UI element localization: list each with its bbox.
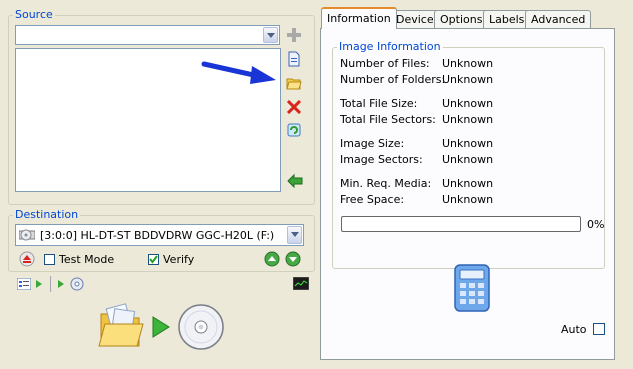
info-label-total-file-sectors: Total File Sectors:: [340, 113, 436, 126]
tab-labels[interactable]: Labels: [483, 10, 531, 28]
auto-checkbox[interactable]: [593, 323, 605, 335]
remove-icon[interactable]: [286, 99, 302, 115]
destination-drive-value: [3:0:0] HL-DT-ST BDDVDRW GGC-H20L (F:): [40, 229, 275, 242]
back-icon[interactable]: [287, 172, 303, 189]
destination-combo-dropdown-button[interactable]: [287, 226, 302, 244]
image-information-title: Image Information: [337, 40, 443, 53]
tab-information[interactable]: Information: [321, 7, 397, 29]
calculator-icon[interactable]: [453, 263, 491, 313]
pointer-arrow: [200, 58, 280, 86]
info-value-total-file-sectors: Unknown: [442, 113, 494, 126]
speed-up-icon[interactable]: [264, 251, 280, 267]
add-folder-icon[interactable]: [286, 75, 302, 91]
destination-drive-combo[interactable]: [3:0:0] HL-DT-ST BDDVDRW GGC-H20L (F:): [15, 224, 304, 246]
info-value-free-space: Unknown: [442, 193, 494, 206]
source-file-combo[interactable]: [15, 25, 280, 45]
arrow-right-icon: [151, 315, 171, 339]
info-value-total-file-size: Unknown: [442, 97, 494, 110]
info-label-image-size: Image Size:: [340, 137, 405, 150]
verify-label: Verify: [163, 253, 195, 266]
eject-icon[interactable]: [19, 251, 35, 267]
play-icon[interactable]: [57, 279, 65, 289]
speed-down-icon[interactable]: [285, 251, 301, 267]
build-folder-icon[interactable]: [97, 302, 145, 350]
source-title: Source: [13, 8, 55, 21]
drive-icon: [18, 228, 36, 242]
information-panel: Image Information Number of Files: Unkno…: [320, 28, 615, 360]
test-mode-label: Test Mode: [59, 253, 115, 266]
info-value-folders: Unknown: [442, 73, 494, 86]
info-value-min-req-media: Unknown: [442, 177, 494, 190]
tab-advanced[interactable]: Advanced: [525, 10, 592, 28]
tab-device[interactable]: Device: [390, 10, 440, 28]
tab-options[interactable]: Options: [434, 10, 489, 28]
verify-checkbox[interactable]: [148, 254, 159, 265]
toolbar-separator: [50, 276, 51, 292]
info-label-total-file-size: Total File Size:: [340, 97, 418, 110]
destination-title: Destination: [13, 208, 81, 221]
disc-info-icon[interactable]: [70, 277, 84, 291]
info-value-image-size: Unknown: [442, 137, 494, 150]
info-label-free-space: Free Space:: [340, 193, 405, 206]
auto-label: Auto: [561, 323, 587, 336]
info-value-image-sectors: Unknown: [442, 153, 494, 166]
add-file-icon[interactable]: [286, 51, 302, 67]
test-mode-checkbox[interactable]: [44, 254, 55, 265]
info-label-files: Number of Files:: [340, 57, 430, 70]
info-label-folders: Number of Folders:: [340, 73, 446, 86]
source-combo-dropdown-button[interactable]: [263, 27, 278, 43]
check-mark-icon: [149, 255, 158, 264]
info-label-image-sectors: Image Sectors:: [340, 153, 423, 166]
play-icon[interactable]: [35, 279, 43, 289]
file-list-icon[interactable]: [16, 277, 32, 291]
reload-icon[interactable]: [286, 122, 302, 138]
info-label-min-req-media: Min. Req. Media:: [340, 177, 432, 190]
disc-icon[interactable]: [177, 303, 225, 351]
image-progress-bar: [341, 216, 581, 232]
add-icon[interactable]: [287, 28, 301, 42]
log-icon[interactable]: [292, 276, 310, 291]
info-value-files: Unknown: [442, 57, 494, 70]
progress-percent: 0%: [587, 218, 605, 231]
